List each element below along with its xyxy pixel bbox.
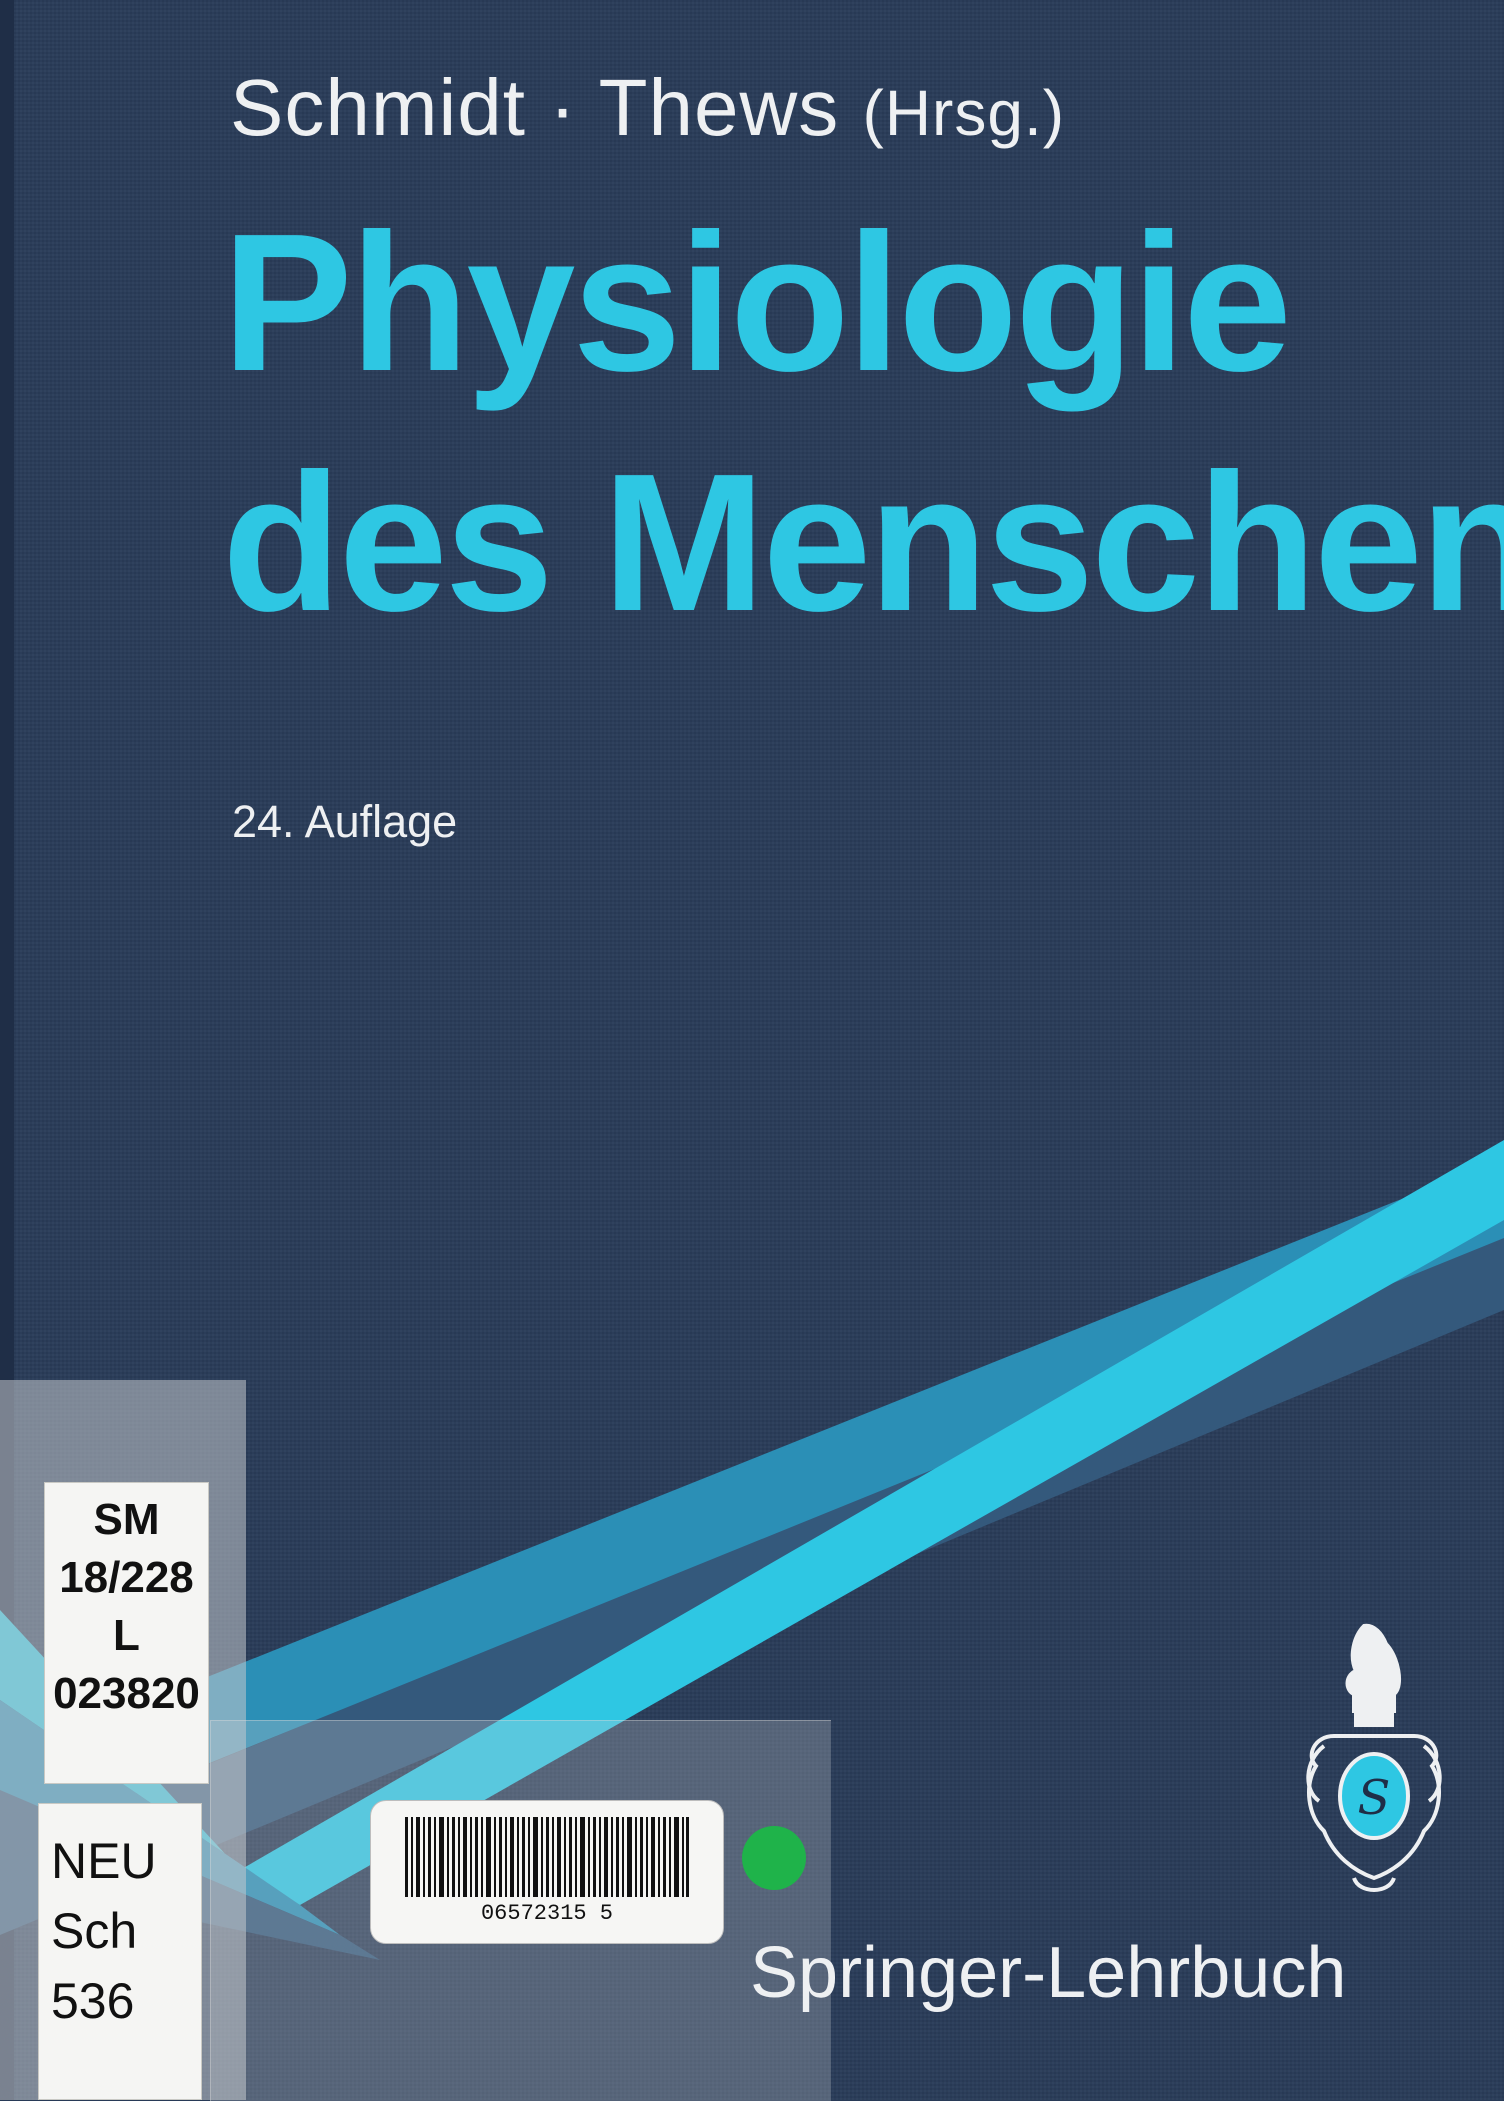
signature-line: 18/228	[59, 1553, 194, 1602]
title-line-1: Physiologie	[222, 193, 1292, 412]
location-line: Sch	[51, 1903, 138, 1959]
authors: Schmidt · Thews (Hrsg.)	[230, 62, 1065, 154]
green-dot-sticker	[742, 1826, 806, 1890]
location-line: 536	[51, 1973, 135, 2029]
title-line-2: des Menschen	[222, 433, 1504, 652]
barcode-number: 06572315 5	[480, 1901, 614, 1926]
barcode-icon	[405, 1817, 689, 1897]
barcode-label: 06572315 5	[370, 1800, 724, 1944]
signature-label: SM 18/228 L 023820	[44, 1482, 209, 1784]
editor-note: (Hrsg.)	[862, 77, 1066, 149]
location-line: NEU	[51, 1833, 157, 1889]
edition: 24. Auflage	[232, 796, 458, 847]
authors-names: Schmidt · Thews	[230, 63, 840, 152]
springer-knight-logo-icon: S	[1306, 1623, 1442, 1892]
signature-line: 023820	[53, 1669, 200, 1718]
svg-text:S: S	[1358, 1770, 1391, 1826]
signature-line: SM	[93, 1495, 160, 1544]
location-label: NEU Sch 536	[38, 1803, 202, 2100]
publisher-series: Springer-Lehrbuch	[750, 1933, 1347, 2013]
signature-line: L	[113, 1611, 140, 1660]
